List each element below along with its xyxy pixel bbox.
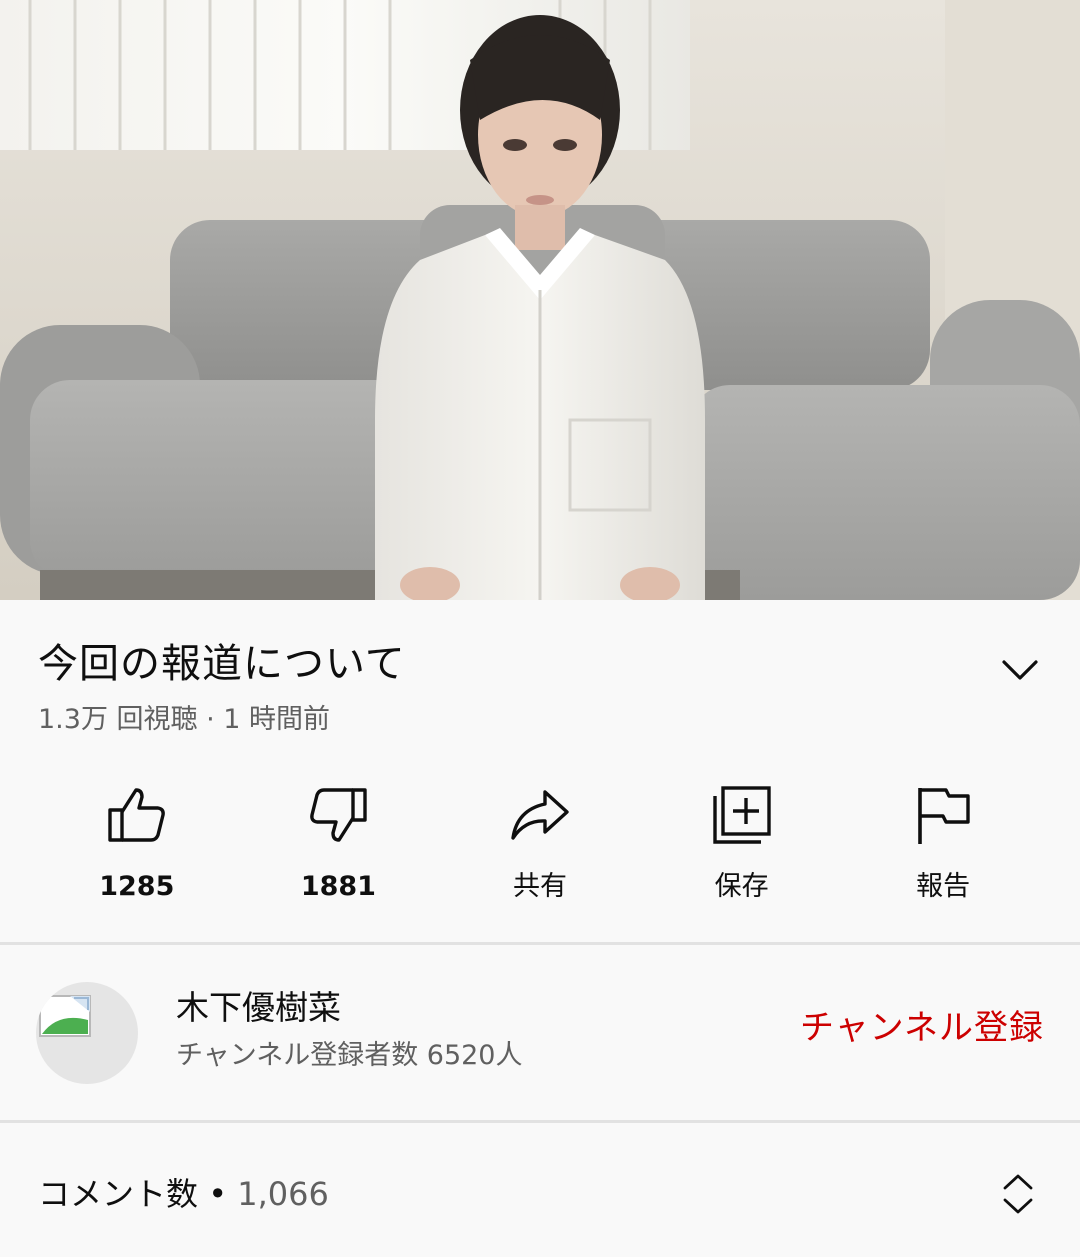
expand-description-button[interactable] <box>998 648 1042 692</box>
comments-count: 1,066 <box>237 1175 329 1213</box>
like-button[interactable]: 1285 <box>36 780 238 910</box>
action-bar: 1285 1881 共有 保存 報告 <box>36 780 1044 910</box>
view-count: 1.3万 回視聴 <box>38 704 198 735</box>
save-label: 保存 <box>714 871 769 902</box>
comments-expand-button[interactable] <box>1000 1172 1036 1216</box>
video-meta: 1.3万 回視聴 · 1 時間前 <box>38 702 330 738</box>
report-button[interactable]: 報告 <box>842 780 1044 910</box>
save-button[interactable]: 保存 <box>641 780 843 910</box>
upload-age: 1 時間前 <box>223 704 331 735</box>
chevron-down-icon <box>1002 660 1038 680</box>
meta-separator: · <box>197 704 224 735</box>
like-count: 1285 <box>99 871 175 902</box>
thumbs-up-icon <box>108 788 165 842</box>
subscriber-count: チャンネル登録者数 6520人 <box>176 1040 523 1071</box>
report-label: 報告 <box>916 871 971 902</box>
subscribe-button[interactable]: チャンネル登録 <box>800 1008 1044 1048</box>
broken-image-icon <box>39 995 91 1037</box>
divider <box>0 942 1080 945</box>
channel-row: 木下優樹菜 チャンネル登録者数 6520人 チャンネル登録 <box>0 946 1080 1120</box>
comments-label: コメント数 <box>38 1175 199 1213</box>
comments-section[interactable]: コメント数 • 1,066 <box>0 1124 1080 1257</box>
avatar[interactable] <box>36 982 138 1084</box>
share-button[interactable]: 共有 <box>439 780 641 910</box>
comments-header: コメント数 • 1,066 <box>38 1174 329 1214</box>
dislike-button[interactable]: 1881 <box>238 780 440 910</box>
thumbs-down-icon <box>310 788 368 842</box>
channel-name[interactable]: 木下優樹菜 <box>176 988 341 1028</box>
add-to-playlist-icon <box>712 786 771 844</box>
unfold-icon <box>1003 1174 1033 1214</box>
video-player[interactable] <box>0 0 1080 600</box>
video-frame <box>0 0 1080 600</box>
divider <box>0 1120 1080 1123</box>
flag-icon <box>918 788 970 844</box>
dislike-count: 1881 <box>300 871 376 902</box>
video-title-row[interactable]: 今回の報道について <box>38 636 1042 696</box>
comments-separator: • <box>198 1175 238 1213</box>
share-icon <box>511 790 569 840</box>
video-title: 今回の報道について <box>38 641 406 687</box>
share-label: 共有 <box>512 871 567 902</box>
